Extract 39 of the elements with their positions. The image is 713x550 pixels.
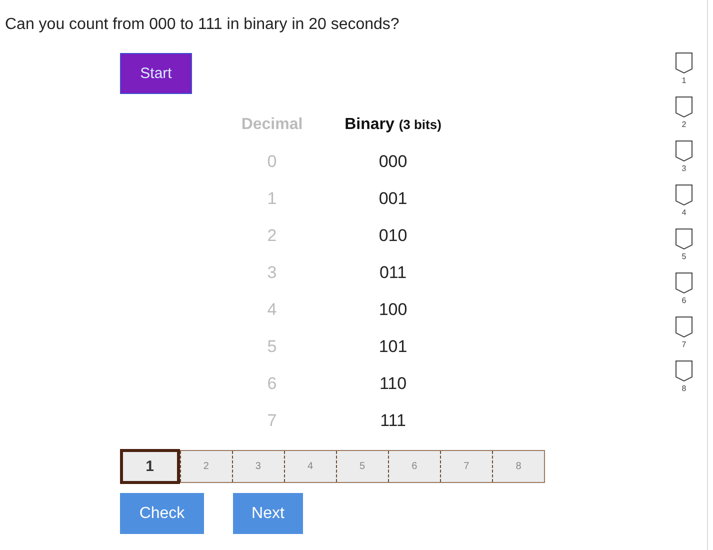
table-cell-text: 100 [378,299,408,321]
table-cell-text: 010 [378,225,408,247]
table-cell-text: 6 [267,373,277,395]
table-cell-text: 110 [379,373,407,395]
shield-icon [675,52,693,74]
table-cell-text: 0 [267,151,277,173]
start-button[interactable]: Start [120,53,192,94]
table-cell-text: 4 [267,299,277,321]
table-cell-text: 111 [380,410,406,432]
shield-icon [675,184,693,206]
question-text: Can you count from 000 to 111 in binary in 20 seconds? [5,16,400,34]
marker-number: 7 [682,340,686,349]
action-button[interactable]: Next [233,493,303,534]
action-button[interactable]: Check [120,493,204,534]
shield-icon [675,272,693,294]
table-cell-text: 2 [267,225,277,247]
marker-number: 8 [682,384,686,393]
marker-number: 4 [682,208,686,217]
table-cell-text: 001 [378,188,408,210]
table-cell-text: 7 [267,410,277,432]
column-header: Decimal [241,116,303,135]
shield-icon [675,96,693,118]
table-cell-text: 000 [378,151,408,173]
table-cell-text: 101 [378,336,408,358]
shield-icon [675,228,693,250]
marker-number: 2 [682,120,686,129]
shield-icon [675,140,693,162]
column-header: Binary (3 bits) [344,116,442,135]
marker-number: 1 [682,76,686,85]
marker-number: 5 [682,252,686,261]
marker-number: 6 [682,296,686,305]
table-cell-text: 5 [267,336,277,358]
marker-number: 3 [682,164,686,173]
table-cell-text: 011 [379,262,407,284]
shield-icon [675,316,693,338]
step-tab[interactable]: 1 [120,449,180,484]
table-cell-text: 3 [267,262,277,284]
table-cell-text: 1 [267,188,277,210]
shield-icon [675,360,693,382]
